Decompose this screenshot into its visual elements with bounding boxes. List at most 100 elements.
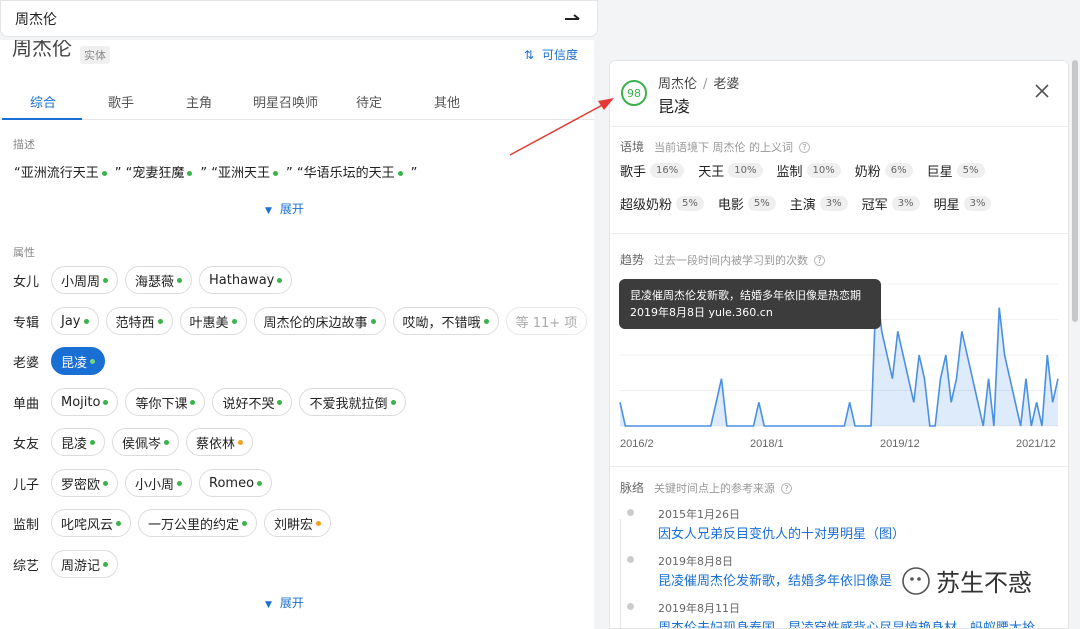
search-bar[interactable]: 周杰伦 (0, 0, 598, 37)
attribute-value-chip[interactable]: 刘畊宏 (264, 509, 332, 537)
context-word[interactable]: 冠军 3% (862, 194, 920, 213)
scrollbar[interactable] (1072, 60, 1078, 322)
context-word[interactable]: 歌手 16% (620, 161, 685, 180)
tab-other[interactable]: 其他 (434, 92, 460, 111)
context-word[interactable]: 监制 10% (777, 161, 841, 180)
confidence-sort-button[interactable]: ⇅ 可信度 (524, 46, 578, 63)
entity-name: 周杰伦 (12, 40, 72, 60)
context-percent: 3% (963, 196, 992, 211)
status-dot (157, 318, 163, 324)
attribute-value-chip[interactable]: 小周周 (51, 266, 119, 294)
attribute-value-chip[interactable]: 说好不哭 (212, 388, 293, 416)
timeline-dot (627, 603, 634, 610)
context-row: 超级奶粉 5% 电影 5% 主演 3% 冠军 3% 明星 3% (620, 194, 1005, 213)
context-word[interactable]: 主演 3% (790, 194, 848, 213)
entity-type-badge: 实体 (80, 46, 110, 64)
context-percent: 5% (747, 196, 776, 211)
attribute-row: 监制 叱咤风云 一万公里的约定 刘畊宏 (13, 509, 338, 537)
attribute-row: 专辑 Jay 范特西 叶惠美 周杰伦的床边故事 哎呦，不错哦等 11+ 项 (13, 307, 594, 335)
breadcrumb-subject[interactable]: 周杰伦 (658, 77, 697, 92)
context-row: 歌手 16% 天王 10% 监制 10% 奶粉 6% 巨星 5% (620, 161, 999, 180)
attribute-value-chip[interactable]: Mojito (51, 388, 119, 416)
attribute-value-chip[interactable]: 侯佩岑 (112, 428, 180, 456)
tab-general[interactable]: 综合 (30, 92, 56, 111)
submit-arrow-icon[interactable] (563, 10, 583, 26)
attribute-value-chip[interactable]: 海瑟薇 (125, 266, 193, 294)
context-word[interactable]: 电影 5% (718, 194, 776, 213)
attribute-value-chip[interactable]: 不爱我就拉倒 (299, 388, 406, 416)
context-header: 语境 当前语境下 周杰伦 的上义词? (620, 138, 811, 155)
status-dot (103, 277, 109, 283)
more-values-chip[interactable]: 等 11+ 项 (505, 307, 588, 335)
status-dot (103, 480, 109, 486)
attribute-value-chip[interactable]: 周游记 (51, 550, 119, 578)
status-dot (116, 520, 122, 526)
description-item: ” “宠妻狂魔 (115, 166, 193, 181)
context-percent: 5% (956, 163, 985, 178)
attribute-value-chip[interactable]: 等你下课 (125, 388, 206, 416)
status-dot (90, 358, 96, 364)
watermark: 苏生不惑 (902, 563, 1032, 598)
sort-icon: ⇅ (523, 48, 534, 62)
attribute-value-chip[interactable]: 范特西 (105, 307, 173, 335)
score-badge: 98 (621, 80, 647, 106)
tab-bar: 综合 歌手 主角 明星召唤师 待定 其他 (0, 82, 594, 120)
attribute-value-chip[interactable]: 昆凌 (51, 347, 106, 375)
attribute-value-chip[interactable]: 叱咤风云 (51, 509, 132, 537)
description-expand-button[interactable]: ▼ 展开 (265, 200, 304, 217)
status-dot (164, 439, 170, 445)
attributes-expand-button[interactable]: ▼ 展开 (265, 594, 304, 611)
status-dot (277, 277, 283, 283)
attribute-value-chip[interactable]: Romeo (199, 469, 273, 497)
attribute-row: 综艺 周游记 (13, 550, 125, 578)
status-dot (190, 399, 196, 405)
context-word[interactable]: 天王 10% (698, 161, 763, 180)
attribute-value-chip[interactable]: 一万公里的约定 (138, 509, 258, 537)
close-icon[interactable] (1034, 83, 1050, 99)
attribute-value-chip[interactable]: 昆凌 (51, 428, 106, 456)
status-dot (257, 480, 263, 486)
attribute-value-chip[interactable]: 周杰伦的床边故事 (253, 307, 386, 335)
attribute-value-chip[interactable]: 叶惠美 (179, 307, 247, 335)
divider (610, 233, 1068, 234)
context-percent: 10% (806, 163, 841, 178)
x-tick-label: 2019/12 (880, 438, 920, 450)
tooltip-meta: 2019年8月8日 yule.360.cn (630, 306, 773, 319)
context-label: 语境 (620, 140, 645, 154)
description-item: “亚洲流行天王 (14, 166, 107, 181)
timeline-date: 2015年1月26日 (658, 508, 740, 521)
active-tab-underline (2, 118, 82, 120)
description-item: ” “亚洲天王 (200, 166, 278, 181)
divider (610, 126, 1068, 127)
attribute-key: 老婆 (13, 355, 40, 371)
timeline-dot (627, 509, 634, 516)
attribute-value-chip[interactable]: 小小周 (125, 469, 193, 497)
tab-lead-role[interactable]: 主角 (186, 92, 212, 111)
timeline-link: 昆凌催周杰伦发新歌，结婚多年依旧像是 (658, 574, 893, 589)
attribute-value-chip[interactable]: Jay (51, 307, 99, 335)
context-word[interactable]: 巨星 5% (927, 161, 985, 180)
context-word[interactable]: 明星 3% (934, 194, 992, 213)
attribute-value-chip[interactable]: Hathaway (199, 266, 293, 294)
description-item: ” “华语乐坛的天王 (286, 166, 403, 181)
attribute-row: 女友 昆凌 侯佩岑 蔡依林 (13, 428, 260, 456)
tab-pending[interactable]: 待定 (356, 92, 382, 111)
attribute-key: 综艺 (13, 558, 40, 574)
context-word[interactable]: 奶粉 6% (855, 161, 913, 180)
trend-label: 趋势 (620, 253, 645, 267)
status-dot (316, 520, 322, 526)
attribute-value-chip[interactable]: 罗密欧 (51, 469, 119, 497)
search-input[interactable]: 周杰伦 (15, 9, 57, 29)
timeline-link: 周杰伦夫妇现身泰国，昆凌穿性感背心尽显惊艳身材，蚂蚁腰太抢… (658, 621, 1049, 629)
attribute-row: 女儿 小周周 海瑟薇 Hathaway (13, 266, 299, 294)
breadcrumb-relation: 老婆 (713, 77, 740, 92)
x-tick-label: 2018/1 (750, 438, 784, 450)
attribute-value-chip[interactable]: 哎呦，不错哦 (392, 307, 499, 335)
attribute-key: 女友 (13, 436, 40, 452)
tab-singer[interactable]: 歌手 (108, 92, 134, 111)
attribute-row: 儿子 罗密欧 小小周 Romeo (13, 469, 279, 497)
context-word[interactable]: 超级奶粉 5% (620, 194, 704, 213)
tab-celebrity[interactable]: 明星召唤师 (253, 92, 318, 111)
status-dot (103, 561, 109, 567)
attribute-value-chip[interactable]: 蔡依林 (186, 428, 254, 456)
